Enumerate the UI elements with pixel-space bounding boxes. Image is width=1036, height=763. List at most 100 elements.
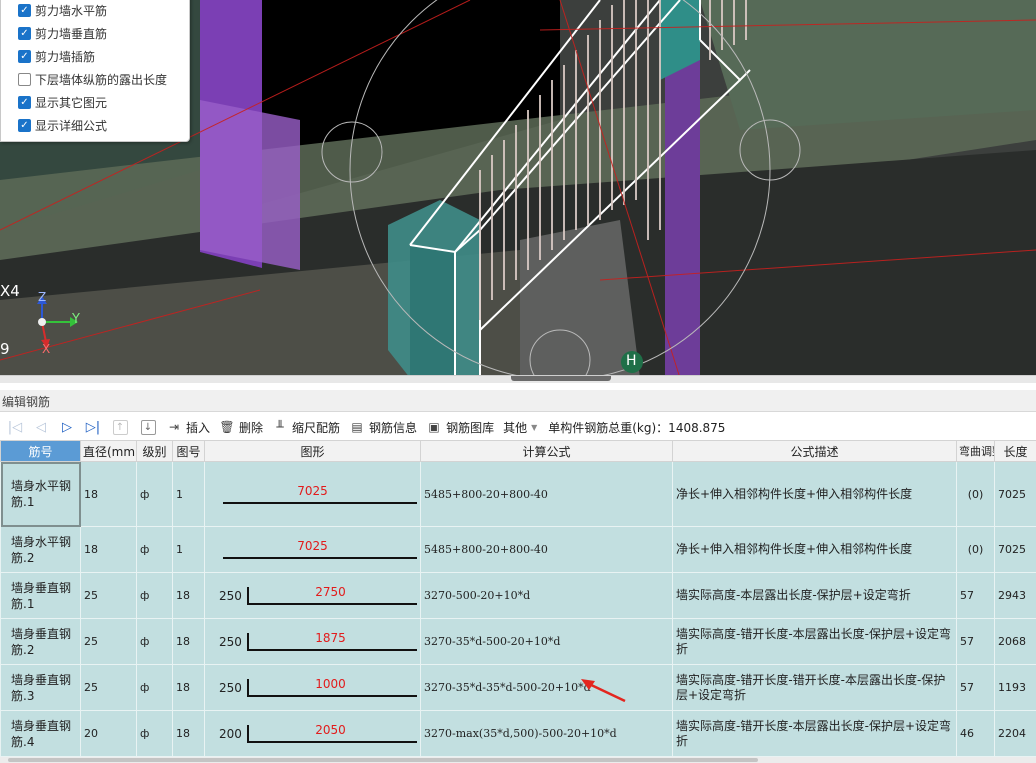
cell-figure-no[interactable]: 18 bbox=[172, 572, 205, 619]
cell-grade[interactable]: ф bbox=[136, 710, 173, 757]
header-shape[interactable]: 图形 bbox=[204, 440, 421, 462]
option-wall-horizontal-rebar[interactable]: ✓ 剪力墙水平筋 bbox=[18, 0, 189, 22]
header-description[interactable]: 公式描述 bbox=[672, 440, 957, 462]
cell-shape[interactable]: 250 1875 bbox=[204, 618, 421, 665]
cell-length[interactable]: 2068 bbox=[994, 618, 1036, 665]
cell-diameter[interactable]: 25 bbox=[80, 572, 137, 619]
cell-diameter[interactable]: 18 bbox=[80, 461, 137, 527]
cell-description[interactable]: 墙实际高度-错开长度-本层露出长度-保护层+设定弯折 bbox=[672, 710, 957, 757]
header-grade[interactable]: 级别 bbox=[136, 440, 173, 462]
table-row[interactable]: 墙身垂直钢筋.3 25 ф 18 250 1000 3270-35*d-35*d… bbox=[0, 664, 1036, 711]
cell-description[interactable]: 墙实际高度-错开长度-错开长度-本层露出长度-保护层+设定弯折 bbox=[672, 664, 957, 711]
cell-figure-no[interactable]: 1 bbox=[172, 461, 205, 527]
cell-bend-adjust[interactable]: 57 bbox=[956, 572, 995, 619]
table-row[interactable]: 墙身垂直钢筋.4 20 ф 18 200 2050 3270-max(35*d,… bbox=[0, 710, 1036, 757]
cell-diameter[interactable]: 18 bbox=[80, 526, 137, 573]
cell-grade[interactable]: ф bbox=[136, 461, 173, 527]
option-show-other-elements[interactable]: ✓ 显示其它图元 bbox=[18, 91, 189, 114]
other-dropdown[interactable]: 其他 ▼ bbox=[499, 416, 542, 438]
checkbox-checked-icon[interactable]: ✓ bbox=[18, 4, 31, 17]
cell-description[interactable]: 净长+伸入相邻构件长度+伸入相邻构件长度 bbox=[672, 526, 957, 573]
cell-formula[interactable]: 3270-max(35*d,500)-500-20+10*d bbox=[420, 710, 673, 757]
option-wall-dowel-rebar[interactable]: ✓ 剪力墙插筋 bbox=[18, 45, 189, 68]
cell-rebar-no[interactable]: 墙身垂直钢筋.2 bbox=[0, 618, 81, 665]
cell-grade[interactable]: ф bbox=[136, 572, 173, 619]
rebar-library-button[interactable]: ▣ 钢筋图库 bbox=[422, 416, 499, 438]
move-up-button[interactable]: ↑ bbox=[106, 416, 134, 438]
cell-rebar-no[interactable]: 墙身水平钢筋.1 bbox=[0, 461, 81, 527]
cell-bend-adjust[interactable]: 46 bbox=[956, 710, 995, 757]
cell-bend-adjust[interactable]: 57 bbox=[956, 664, 995, 711]
move-down-button[interactable]: ↓ bbox=[134, 416, 162, 438]
table-row[interactable]: 墙身水平钢筋.2 18 ф 1 7025 5485+800-20+800-40 … bbox=[0, 526, 1036, 573]
option-wall-vertical-rebar[interactable]: ✓ 剪力墙垂直筋 bbox=[18, 22, 189, 45]
cell-grade[interactable]: ф bbox=[136, 618, 173, 665]
cell-diameter[interactable]: 25 bbox=[80, 618, 137, 665]
next-record-button[interactable]: ▷ bbox=[54, 416, 80, 438]
header-diameter[interactable]: 直径(mm) bbox=[80, 440, 137, 462]
first-record-button[interactable]: |◁ bbox=[2, 416, 28, 438]
cell-length[interactable]: 7025 bbox=[994, 461, 1036, 527]
insert-button[interactable]: ⇥ 插入 bbox=[162, 416, 215, 438]
horizontal-scrollbar[interactable] bbox=[0, 757, 1036, 763]
cell-formula[interactable]: 3270-35*d-35*d-500-20+10*d bbox=[420, 664, 673, 711]
cell-figure-no[interactable]: 1 bbox=[172, 526, 205, 573]
checkbox-checked-icon[interactable]: ✓ bbox=[18, 27, 31, 40]
cell-shape[interactable]: 7025 bbox=[204, 526, 421, 573]
cell-shape[interactable]: 250 1000 bbox=[204, 664, 421, 711]
cell-grade[interactable]: ф bbox=[136, 664, 173, 711]
cell-shape[interactable]: 200 2050 bbox=[204, 710, 421, 757]
cell-bend-adjust[interactable]: (0) bbox=[956, 526, 995, 573]
option-show-detailed-formula[interactable]: ✓ 显示详细公式 bbox=[18, 114, 189, 137]
header-formula[interactable]: 计算公式 bbox=[420, 440, 673, 462]
cell-formula[interactable]: 3270-500-20+10*d bbox=[420, 572, 673, 619]
option-lower-wall-exposed-length[interactable]: 下层墙体纵筋的露出长度 bbox=[18, 68, 189, 91]
trash-icon: 🗑 bbox=[219, 420, 235, 434]
cell-shape[interactable]: 250 2750 bbox=[204, 572, 421, 619]
cell-diameter[interactable]: 25 bbox=[80, 664, 137, 711]
checkbox-checked-icon[interactable]: ✓ bbox=[18, 119, 31, 132]
table-row[interactable]: 墙身垂直钢筋.1 25 ф 18 250 2750 3270-500-20+10… bbox=[0, 572, 1036, 619]
header-rebar-no[interactable]: 筋号 bbox=[0, 440, 81, 462]
cell-rebar-no[interactable]: 墙身垂直钢筋.3 bbox=[0, 664, 81, 711]
cell-description[interactable]: 墙实际高度-错开长度-本层露出长度-保护层+设定弯折 bbox=[672, 618, 957, 665]
cell-description[interactable]: 净长+伸入相邻构件长度+伸入相邻构件长度 bbox=[672, 461, 957, 527]
cell-length[interactable]: 1193 bbox=[994, 664, 1036, 711]
cell-figure-no[interactable]: 18 bbox=[172, 664, 205, 711]
cell-figure-no[interactable]: 18 bbox=[172, 710, 205, 757]
cell-length[interactable]: 7025 bbox=[994, 526, 1036, 573]
panel-splitter[interactable] bbox=[0, 375, 1036, 383]
checkbox-checked-icon[interactable]: ✓ bbox=[18, 50, 31, 63]
rebar-info-button[interactable]: ▤ 钢筋信息 bbox=[345, 416, 422, 438]
cell-diameter[interactable]: 20 bbox=[80, 710, 137, 757]
scrollbar-thumb[interactable] bbox=[8, 758, 758, 762]
table-row[interactable]: 墙身垂直钢筋.2 25 ф 18 250 1875 3270-35*d-500-… bbox=[0, 618, 1036, 665]
scale-rebar-button[interactable]: ╨ 缩尺配筋 bbox=[268, 416, 345, 438]
cell-formula[interactable]: 3270-35*d-500-20+10*d bbox=[420, 618, 673, 665]
cell-bend-adjust[interactable]: 57 bbox=[956, 618, 995, 665]
3d-viewport[interactable]: X4 9 Z Y X H ✓ 剪力墙水平筋 ✓ 剪力墙垂直筋 ✓ 剪力墙插筋 下… bbox=[0, 0, 1036, 378]
cell-rebar-no[interactable]: 墙身水平钢筋.2 bbox=[0, 526, 81, 573]
header-length[interactable]: 长度 bbox=[994, 440, 1036, 462]
cell-figure-no[interactable]: 18 bbox=[172, 618, 205, 665]
splitter-handle[interactable] bbox=[511, 376, 611, 381]
table-row[interactable]: 墙身水平钢筋.1 18 ф 1 7025 5485+800-20+800-40 … bbox=[0, 461, 1036, 527]
cell-formula[interactable]: 5485+800-20+800-40 bbox=[420, 461, 673, 527]
cell-rebar-no[interactable]: 墙身垂直钢筋.4 bbox=[0, 710, 81, 757]
rebar-shape-line bbox=[247, 603, 417, 605]
checkbox-unchecked-icon[interactable] bbox=[18, 73, 31, 86]
cell-length[interactable]: 2943 bbox=[994, 572, 1036, 619]
last-record-button[interactable]: ▷| bbox=[80, 416, 106, 438]
cell-formula[interactable]: 5485+800-20+800-40 bbox=[420, 526, 673, 573]
previous-record-button[interactable]: ◁ bbox=[28, 416, 54, 438]
delete-button[interactable]: 🗑 删除 bbox=[215, 416, 268, 438]
cell-description[interactable]: 墙实际高度-本层露出长度-保护层+设定弯折 bbox=[672, 572, 957, 619]
header-bend-adjust[interactable]: 弯曲调整 bbox=[956, 440, 995, 462]
checkbox-checked-icon[interactable]: ✓ bbox=[18, 96, 31, 109]
cell-grade[interactable]: ф bbox=[136, 526, 173, 573]
cell-shape[interactable]: 7025 bbox=[204, 461, 421, 527]
cell-rebar-no[interactable]: 墙身垂直钢筋.1 bbox=[0, 572, 81, 619]
header-figure-no[interactable]: 图号 bbox=[172, 440, 205, 462]
cell-bend-adjust[interactable]: (0) bbox=[956, 461, 995, 527]
cell-length[interactable]: 2204 bbox=[994, 710, 1036, 757]
